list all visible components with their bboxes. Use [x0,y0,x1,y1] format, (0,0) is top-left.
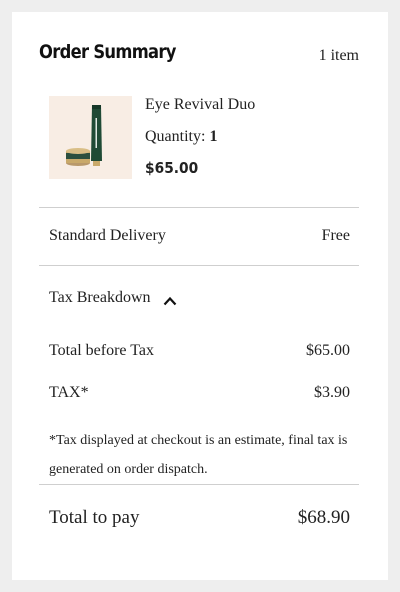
product-quantity: Quantity: 1 [145,128,217,146]
tax-label: TAX* [49,384,89,401]
total-to-pay-value: $68.90 [297,507,350,528]
quantity-label: Quantity: [145,128,206,145]
tax-value: $3.90 [314,384,350,401]
delivery-value: Free [321,227,350,244]
product-image [66,105,102,166]
divider [39,484,359,485]
tax-estimate-note: *Tax displayed at checkout is an estimat… [49,433,348,477]
tax-breakdown-label: Tax Breakdown [49,289,151,306]
total-to-pay-label: Total to pay [49,507,140,528]
total-before-tax-value: $65.00 [306,342,350,359]
tax-breakdown-toggle[interactable]: Tax Breakdown [49,289,177,307]
divider [39,207,359,208]
total-before-tax-label: Total before Tax [49,342,154,359]
product-price: $65.00 [145,159,199,177]
chevron-up-icon [163,293,177,306]
product-name[interactable]: Eye Revival Duo [145,96,255,114]
product-thumbnail[interactable] [49,96,132,179]
order-summary-card: Order Summary 1 item Eye Revival Duo Qua… [12,12,388,580]
quantity-value: 1 [209,128,218,145]
item-count: 1 item [318,47,359,64]
order-summary-title: Order Summary [39,41,176,63]
divider [39,265,359,266]
delivery-label: Standard Delivery [49,227,166,244]
